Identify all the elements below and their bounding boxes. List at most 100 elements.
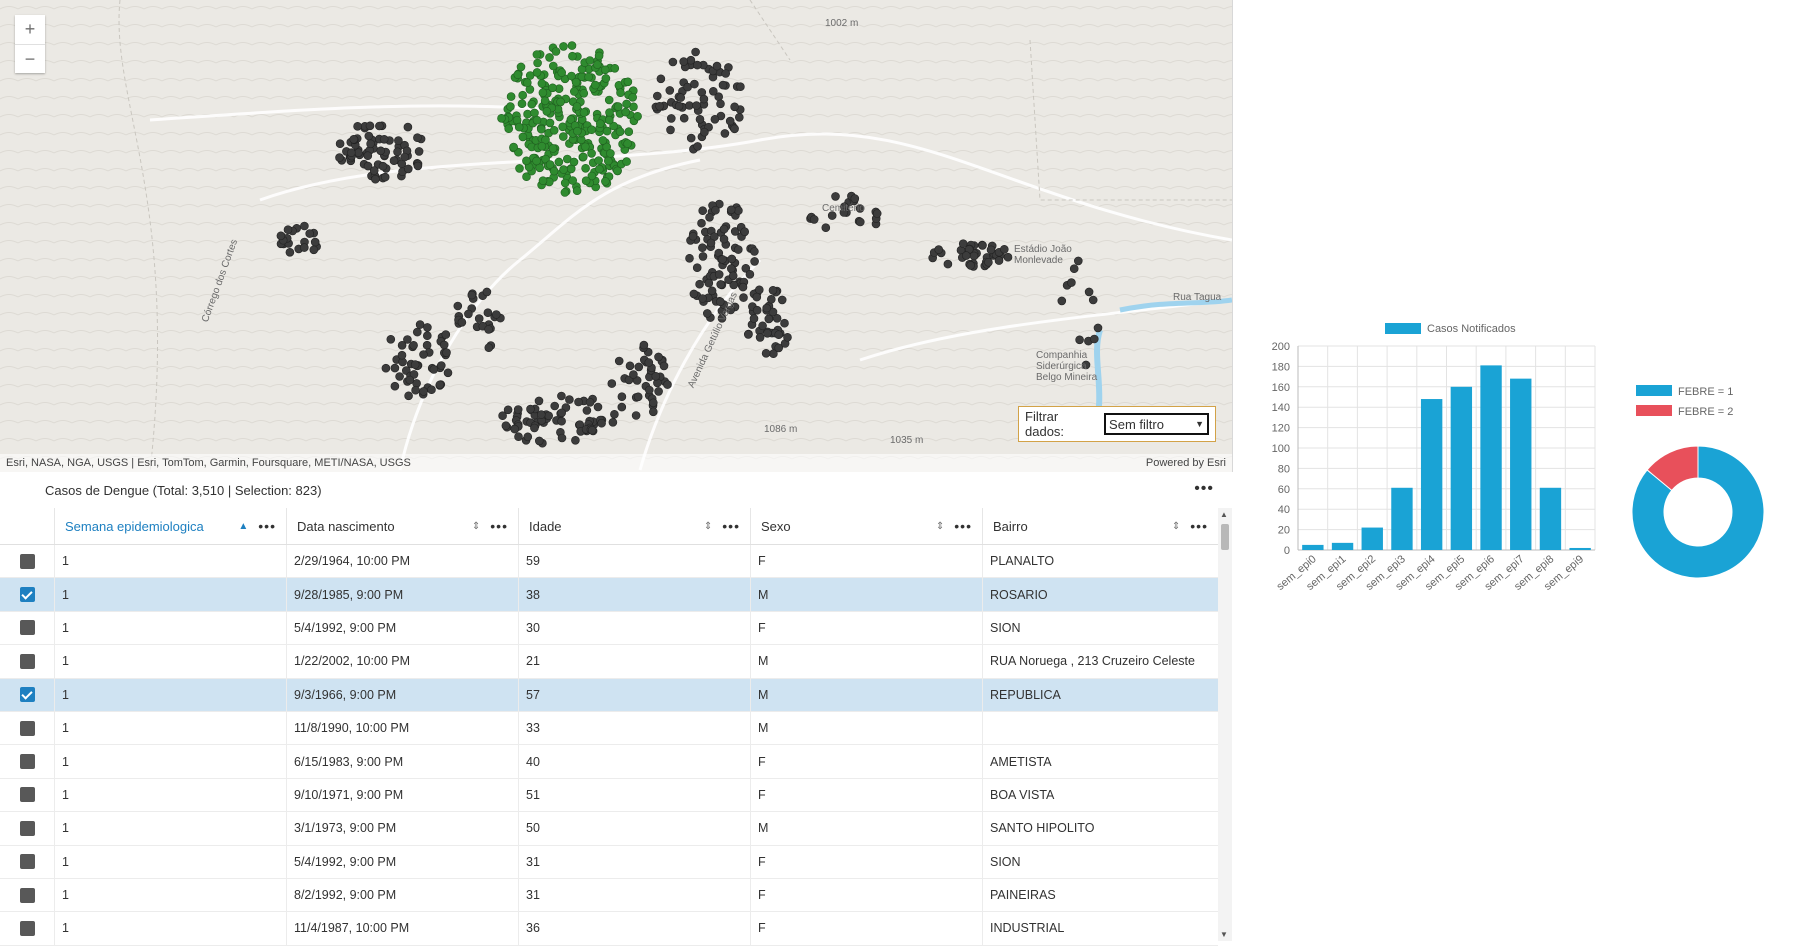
case-point[interactable] <box>582 406 592 415</box>
selected-case-point[interactable] <box>522 78 532 87</box>
table-row[interactable]: 1 9/10/1971, 9:00 PM 51 F BOA VISTA <box>0 778 1218 813</box>
case-point[interactable] <box>629 370 638 379</box>
case-point[interactable] <box>679 113 689 123</box>
selected-case-point[interactable] <box>545 118 555 128</box>
case-point[interactable] <box>544 411 554 421</box>
case-point[interactable] <box>665 86 675 95</box>
case-point[interactable] <box>728 271 738 281</box>
case-point[interactable] <box>484 325 493 334</box>
more-icon[interactable]: ••• <box>954 518 972 534</box>
selected-case-point[interactable] <box>581 164 590 173</box>
table-scrollbar[interactable]: ▲ ▼ <box>1218 508 1232 941</box>
selected-case-point[interactable] <box>515 164 524 173</box>
case-point[interactable] <box>644 385 654 395</box>
case-point[interactable] <box>1057 296 1067 306</box>
case-point[interactable] <box>961 251 971 260</box>
case-point[interactable] <box>435 380 445 390</box>
selected-case-point[interactable] <box>504 124 514 133</box>
case-point[interactable] <box>353 122 362 131</box>
case-point[interactable] <box>411 385 420 395</box>
case-point[interactable] <box>335 153 344 162</box>
selected-case-point[interactable] <box>549 166 559 176</box>
selected-case-point[interactable] <box>497 114 506 123</box>
bar-sem_epi5[interactable] <box>1450 386 1473 550</box>
case-point[interactable] <box>740 227 750 236</box>
case-point[interactable] <box>523 432 533 442</box>
bar-sem_epi1[interactable] <box>1331 542 1354 550</box>
case-point[interactable] <box>749 314 759 323</box>
case-point[interactable] <box>943 259 953 269</box>
case-point[interactable] <box>1088 295 1098 305</box>
filter-select[interactable]: Sem filtro ▼ <box>1104 413 1209 435</box>
selected-case-point[interactable] <box>533 58 542 68</box>
bar-sem_epi8[interactable] <box>1539 487 1562 550</box>
case-point[interactable] <box>1075 335 1084 345</box>
case-point[interactable] <box>855 217 865 227</box>
selected-case-point[interactable] <box>615 127 625 136</box>
case-point[interactable] <box>783 332 792 342</box>
selected-case-point[interactable] <box>572 186 582 195</box>
selected-case-point[interactable] <box>585 56 595 65</box>
selected-case-point[interactable] <box>594 51 604 61</box>
selected-case-point[interactable] <box>506 102 515 111</box>
column-header-data-nascimento[interactable]: Data nascimento ⇕ ••• <box>286 508 518 544</box>
selected-case-point[interactable] <box>551 47 561 56</box>
case-point[interactable] <box>378 161 388 171</box>
table-row[interactable]: 1 2/29/1964, 10:00 PM 59 F PLANALTO <box>0 545 1218 579</box>
case-point[interactable] <box>821 223 831 232</box>
selected-case-point[interactable] <box>616 88 625 97</box>
selected-case-point[interactable] <box>569 157 579 167</box>
selected-case-point[interactable] <box>587 125 596 134</box>
selected-case-point[interactable] <box>545 53 554 62</box>
case-point[interactable] <box>390 363 400 373</box>
selected-case-point[interactable] <box>590 80 600 90</box>
case-point[interactable] <box>666 125 675 135</box>
selected-case-point[interactable] <box>506 92 516 101</box>
row-checkbox[interactable] <box>19 687 35 703</box>
selected-case-point[interactable] <box>628 93 638 102</box>
selected-case-point[interactable] <box>517 99 527 108</box>
selected-case-point[interactable] <box>622 157 631 166</box>
case-point[interactable] <box>389 156 399 165</box>
case-point[interactable] <box>719 234 729 244</box>
case-point[interactable] <box>774 343 784 353</box>
case-point[interactable] <box>689 289 699 299</box>
case-point[interactable] <box>695 279 704 289</box>
selected-case-point[interactable] <box>569 87 579 96</box>
case-point[interactable] <box>718 255 727 264</box>
bar-sem_epi4[interactable] <box>1420 399 1443 550</box>
selected-case-point[interactable] <box>532 50 542 59</box>
case-point[interactable] <box>716 280 726 289</box>
case-point[interactable] <box>777 295 787 305</box>
table-row[interactable]: 1 11/8/1990, 10:00 PM 33 M <box>0 711 1218 746</box>
case-point[interactable] <box>617 392 627 402</box>
case-point[interactable] <box>557 391 566 401</box>
case-point[interactable] <box>393 147 402 157</box>
case-point[interactable] <box>666 114 676 123</box>
case-point[interactable] <box>699 94 709 104</box>
bar-sem_epi0[interactable] <box>1302 544 1324 550</box>
case-point[interactable] <box>571 435 580 445</box>
selected-case-point[interactable] <box>579 89 589 98</box>
case-point[interactable] <box>698 294 707 303</box>
selected-case-point[interactable] <box>537 142 547 151</box>
selected-case-point[interactable] <box>604 115 614 125</box>
selected-case-point[interactable] <box>556 97 565 107</box>
case-point[interactable] <box>692 263 702 273</box>
case-point[interactable] <box>415 320 425 329</box>
case-point[interactable] <box>733 245 743 254</box>
case-point[interactable] <box>685 253 694 263</box>
case-point[interactable] <box>565 395 574 404</box>
selected-case-point[interactable] <box>598 136 608 145</box>
case-point[interactable] <box>750 257 759 266</box>
case-point[interactable] <box>652 91 662 101</box>
case-point[interactable] <box>750 247 759 256</box>
case-point[interactable] <box>422 340 432 350</box>
selected-case-point[interactable] <box>509 142 518 152</box>
case-point[interactable] <box>467 290 477 300</box>
case-point[interactable] <box>693 142 702 151</box>
case-point[interactable] <box>745 269 755 279</box>
case-point[interactable] <box>375 121 384 131</box>
case-point[interactable] <box>550 401 560 411</box>
selected-case-point[interactable] <box>601 74 611 83</box>
